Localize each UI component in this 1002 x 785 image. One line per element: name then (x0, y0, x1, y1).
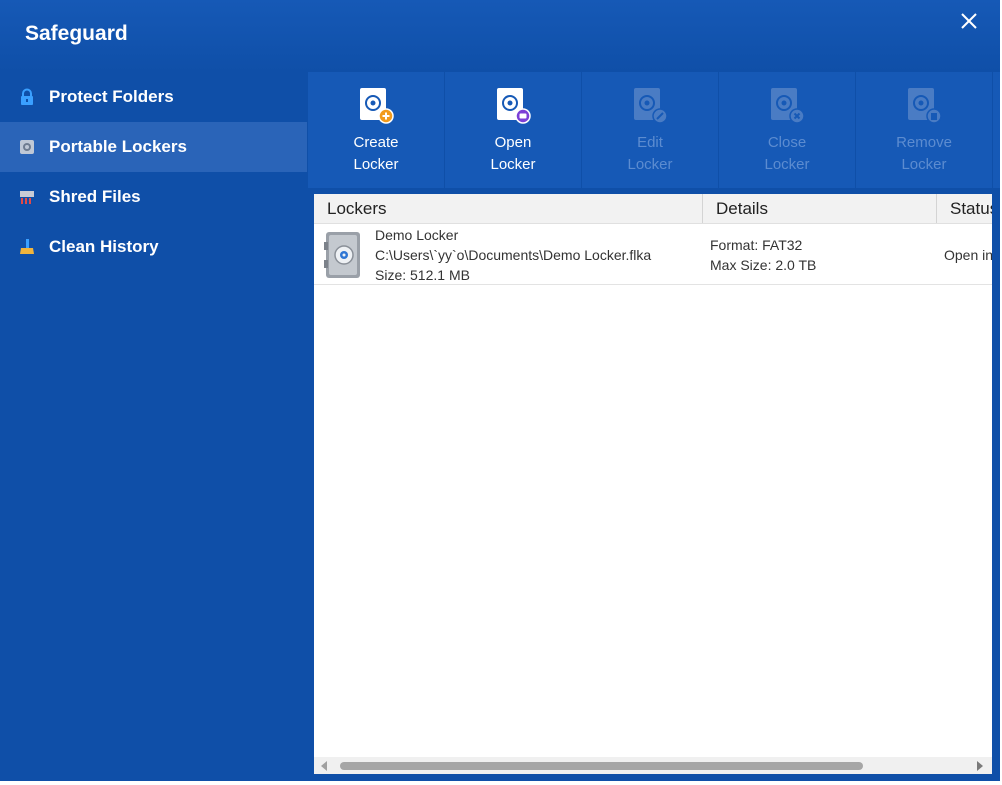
locker-name: Demo Locker (375, 227, 459, 243)
sidebar-item-protect-folders[interactable]: Protect Folders (0, 72, 307, 122)
column-header-row: Lockers Details Status (314, 194, 992, 224)
locker-path: C:\Users\`yy`o\Documents\Demo Locker.flk… (375, 247, 652, 263)
scroll-left-button[interactable] (318, 760, 330, 772)
sidebar-item-clean-history[interactable]: Clean History (0, 222, 307, 272)
scroll-right-button[interactable] (974, 760, 986, 772)
sidebar-item-label: Clean History (49, 237, 159, 256)
sidebar-item-portable-lockers[interactable]: Portable Lockers (0, 122, 307, 172)
remove-locker-icon (908, 88, 942, 124)
column-header-details[interactable]: Details (703, 194, 937, 223)
sidebar-item-label: Portable Lockers (49, 137, 187, 156)
table-row[interactable]: Demo Locker C:\Users\`yy`o\Documents\Dem… (314, 224, 992, 285)
open-locker-icon (497, 88, 531, 124)
locker-size: Size: 512.1 MB (375, 267, 470, 283)
toolbar: Create Locker Open Locker Edit Locker Cl… (308, 72, 1000, 188)
chevron-left-icon (321, 761, 327, 771)
column-header-status[interactable]: Status (937, 194, 992, 223)
sidebar-item-shred-files[interactable]: Shred Files (0, 172, 307, 222)
lockers-list: Lockers Details Status Demo Locker C:\Us… (314, 194, 992, 774)
edit-locker-icon (634, 88, 668, 124)
open-locker-label: Open Locker (490, 134, 536, 173)
locker-safe-icon (324, 232, 360, 278)
chevron-right-icon (977, 761, 983, 771)
open-locker-button[interactable]: Open Locker (445, 72, 582, 188)
app-title: Safeguard (25, 22, 128, 45)
create-locker-icon (360, 88, 394, 124)
edit-locker-button[interactable]: Edit Locker (582, 72, 719, 188)
horizontal-scrollbar[interactable] (314, 757, 992, 774)
remove-locker-label: Remove Locker (896, 134, 952, 173)
locker-max-size: Max Size: 2.0 TB (710, 257, 817, 273)
column-header-lockers[interactable]: Lockers (314, 194, 703, 223)
close-locker-button[interactable]: Close Locker (719, 72, 856, 188)
title-bar: Safeguard (0, 0, 1000, 72)
sidebar-item-label: Protect Folders (49, 87, 174, 106)
locker-status: Open in (944, 247, 992, 263)
locker-icon (17, 137, 37, 157)
create-locker-label: Create Locker (353, 134, 399, 173)
broom-icon (17, 237, 37, 257)
edit-locker-label: Edit Locker (627, 134, 673, 173)
scrollbar-thumb[interactable] (340, 762, 863, 770)
create-locker-button[interactable]: Create Locker (308, 72, 445, 188)
close-locker-label: Close Locker (764, 134, 810, 173)
app-window: Safeguard Protect Folders Portable Locke… (0, 0, 1000, 781)
remove-locker-button[interactable]: Remove Locker (856, 72, 993, 188)
close-locker-icon (771, 88, 805, 124)
shredder-icon (17, 187, 37, 207)
close-icon (961, 13, 977, 29)
sidebar: Protect Folders Portable Lockers Shred F… (0, 72, 307, 781)
locker-format: Format: FAT32 (710, 237, 803, 253)
lock-icon (17, 87, 37, 107)
sidebar-item-label: Shred Files (49, 187, 141, 206)
close-window-button[interactable] (950, 6, 988, 36)
